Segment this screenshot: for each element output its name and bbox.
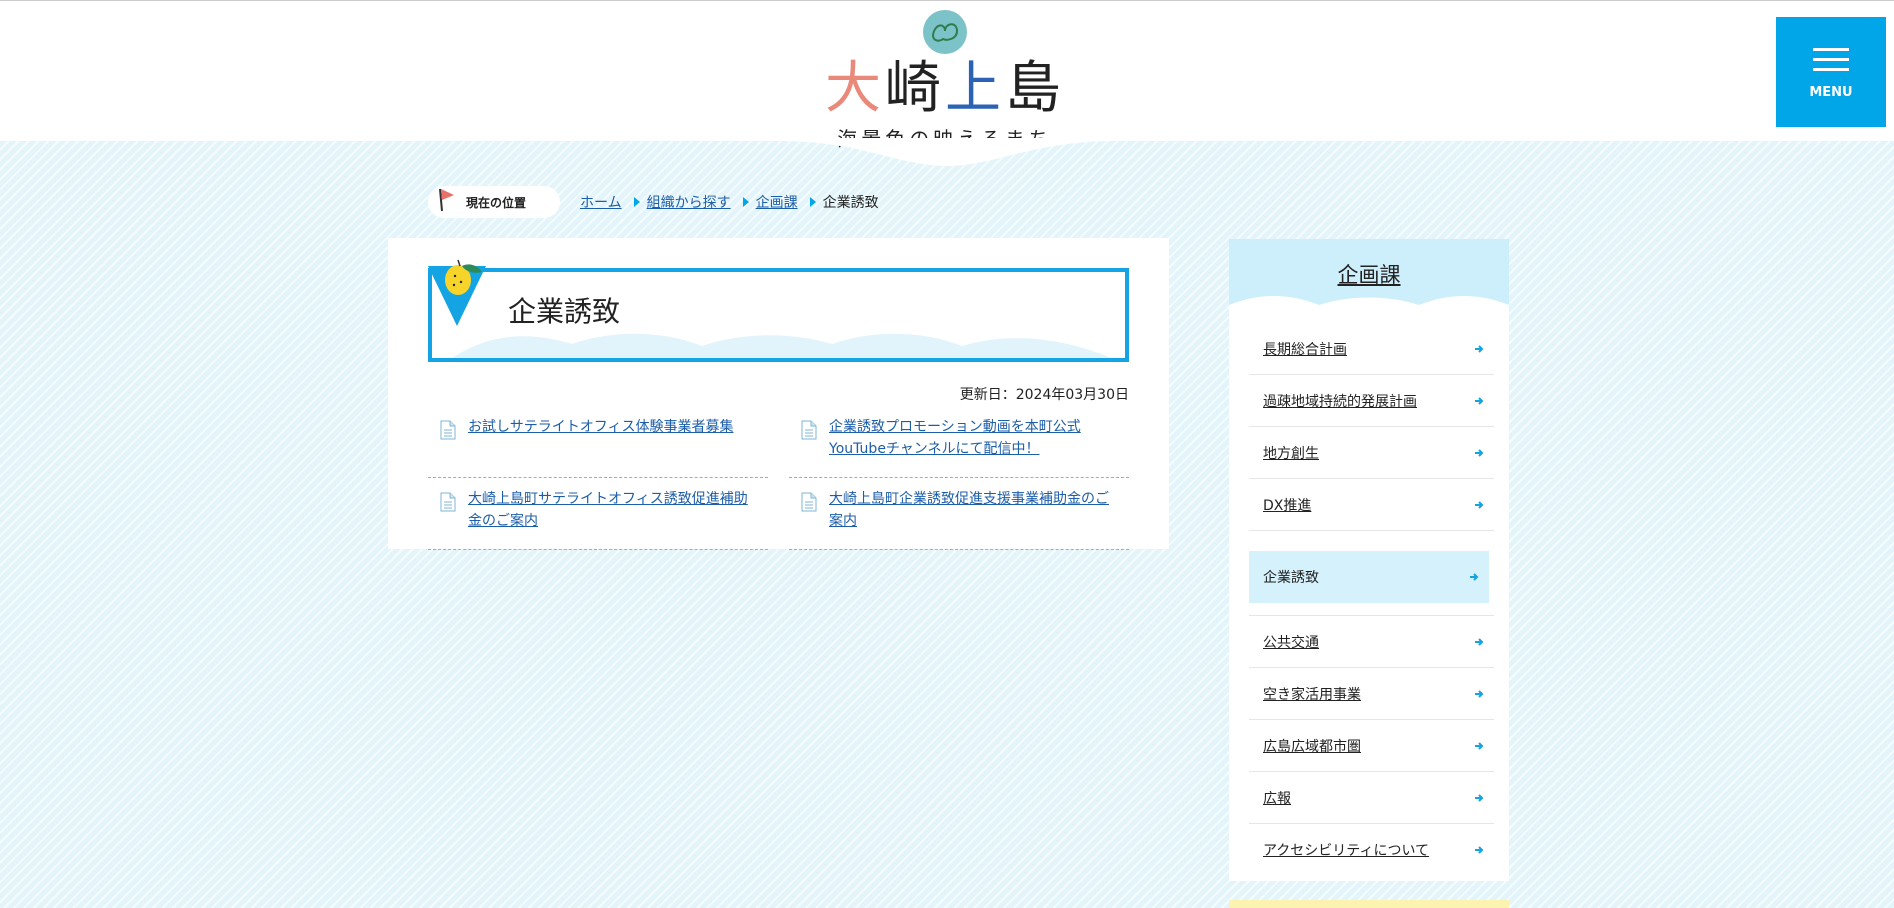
site-header: 大崎上島 海景色の映えるまち MENU (0, 0, 1894, 151)
sidebar-item-hiroshima-metro[interactable]: 広島広域都市圏 (1249, 720, 1494, 772)
arrow-right-icon (1475, 345, 1484, 353)
document-icon (440, 492, 456, 512)
sidebar-item-label[interactable]: アクセシビリティについて (1263, 840, 1429, 860)
breadcrumb-list: ホーム 組織から探す 企画課 企業誘致 (580, 192, 879, 212)
breadcrumb: 現在の位置 ホーム 組織から探す 企画課 企業誘致 (428, 184, 879, 220)
breadcrumb-arrow-icon (742, 197, 749, 207)
logo-char-2: 崎 (885, 56, 945, 121)
list-item: 企業誘致プロモーション動画を本町公式YouTubeチャンネルにて配信中！ (789, 406, 1129, 478)
breadcrumb-arrow-icon (809, 197, 816, 207)
sidebar-item-long-term-plan[interactable]: 長期総合計画 (1249, 323, 1494, 375)
sidebar-item-regional-revitalization[interactable]: 地方創生 (1249, 427, 1494, 479)
sidebar-item-label[interactable]: 長期総合計画 (1263, 339, 1347, 359)
breadcrumb-current: 企業誘致 (822, 195, 879, 211)
sidebar-item-accessibility[interactable]: アクセシビリティについて (1249, 824, 1494, 876)
sidebar-item-label[interactable]: 公共交通 (1263, 632, 1319, 652)
menu-label: MENU (1809, 85, 1853, 100)
header-wave-divider (0, 138, 1894, 166)
arrow-right-icon (1475, 690, 1484, 698)
link-promotion-video[interactable]: 企業誘致プロモーション動画を本町公式YouTubeチャンネルにて配信中！ (829, 419, 1081, 457)
flag-icon (439, 188, 454, 212)
page-title: 企業誘致 (508, 295, 621, 328)
logo-char-4: 島 (1005, 56, 1065, 121)
sidebar-item-public-transport[interactable]: 公共交通 (1249, 616, 1494, 668)
list-item: お試しサテライトオフィス体験事業者募集 (428, 406, 768, 478)
sidebar-item-vacant-house[interactable]: 空き家活用事業 (1249, 668, 1494, 720)
sidebar-title[interactable]: 企画課 (1229, 259, 1509, 289)
document-icon (440, 420, 456, 440)
hamburger-icon (1813, 48, 1849, 72)
site-logo[interactable]: 大崎上島 海景色の映えるまち (820, 7, 1070, 151)
breadcrumb-home[interactable]: ホーム (580, 192, 622, 212)
logo-emblem-icon (923, 10, 967, 54)
sidebar-item-public-relations[interactable]: 広報 (1249, 772, 1494, 824)
arrow-right-icon (1475, 638, 1484, 646)
sidebar-header: 企画課 (1229, 239, 1509, 319)
sidebar-next-section (1229, 900, 1509, 908)
menu-button[interactable]: MENU (1776, 17, 1886, 127)
sidebar-item-label[interactable]: DX推進 (1263, 495, 1311, 515)
sidebar-item-label[interactable]: 広島広域都市圏 (1263, 736, 1361, 756)
lemon-badge-icon (428, 259, 486, 326)
link-business-support-subsidy[interactable]: 大崎上島町企業誘致促進支援事業補助金のご案内 (829, 491, 1109, 529)
arrow-right-icon (1475, 846, 1484, 854)
breadcrumb-current-position: 現在の位置 (428, 186, 560, 218)
main-content: 企業誘致 更新日：2024年03月30日 お試しサテライトオフィス体験事業者募集… (388, 238, 1169, 550)
sidebar-item-label[interactable]: 地方創生 (1263, 443, 1319, 463)
list-item: 大崎上島町サテライトオフィス誘致促進補助金のご案内 (428, 478, 768, 550)
arrow-right-icon (1475, 449, 1484, 457)
sidebar-item-dx[interactable]: DX推進 (1249, 479, 1494, 531)
current-position-label: 現在の位置 (466, 195, 527, 210)
arrow-right-icon (1475, 794, 1484, 802)
sidebar-item-label[interactable]: 広報 (1263, 788, 1291, 808)
link-satellite-office-trial[interactable]: お試しサテライトオフィス体験事業者募集 (468, 419, 733, 435)
logo-title: 大崎上島 (820, 57, 1070, 121)
sidebar-wave-decoration (1229, 296, 1509, 319)
arrow-right-icon (1470, 573, 1479, 581)
breadcrumb-organization[interactable]: 組織から探す (647, 192, 731, 212)
arrow-right-icon (1475, 742, 1484, 750)
sidebar: 企画課 長期総合計画 過疎地域持続的発展計画 地方創生 DX推進 企業誘致 公共… (1229, 239, 1509, 881)
document-icon (801, 420, 817, 440)
breadcrumb-planning[interactable]: 企画課 (756, 192, 798, 212)
sidebar-item-label[interactable]: 空き家活用事業 (1263, 684, 1361, 704)
sidebar-item-business-attraction[interactable]: 企業誘致 (1249, 551, 1489, 603)
logo-char-1: 大 (825, 56, 885, 121)
sidebar-item-label[interactable]: 過疎地域持続的発展計画 (1263, 391, 1417, 411)
arrow-right-icon (1475, 397, 1484, 405)
breadcrumb-arrow-icon (633, 197, 640, 207)
link-satellite-office-subsidy[interactable]: 大崎上島町サテライトオフィス誘致促進補助金のご案内 (468, 491, 748, 529)
logo-char-3: 上 (945, 56, 1005, 121)
list-item: 大崎上島町企業誘致促進支援事業補助金のご案内 (789, 478, 1129, 550)
updated-date: 更新日：2024年03月30日 (959, 387, 1129, 403)
sidebar-item-depopulation-plan[interactable]: 過疎地域持続的発展計画 (1249, 375, 1494, 427)
sidebar-item-label[interactable]: 企業誘致 (1263, 567, 1319, 587)
arrow-right-icon (1475, 501, 1484, 509)
document-icon (801, 492, 817, 512)
